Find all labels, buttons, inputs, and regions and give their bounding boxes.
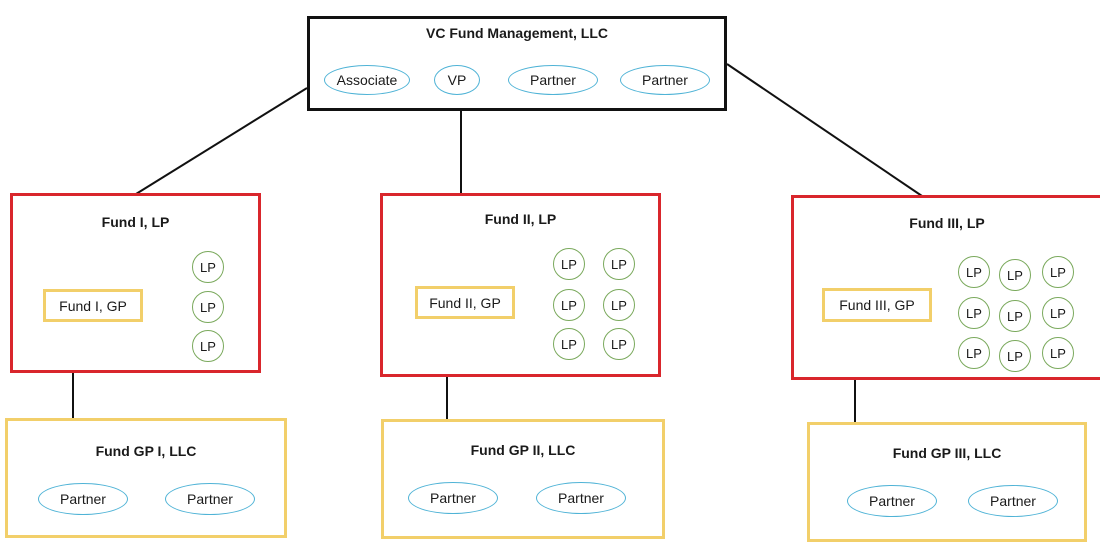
member-partner: Partner (536, 482, 626, 514)
lp-circle: LP (999, 300, 1031, 332)
lp-circle: LP (553, 328, 585, 360)
lp-circle: LP (999, 259, 1031, 291)
fund-2-title: Fund II, LP (484, 211, 557, 227)
fund-gp-3-llc-title: Fund GP III, LLC (892, 445, 1002, 461)
lp-circle: LP (958, 256, 990, 288)
lp-circle: LP (192, 330, 224, 362)
fund-2-lp-box: Fund II, LP LP LP LP LP LP LP (380, 193, 661, 377)
lp-circle: LP (603, 289, 635, 321)
lp-circle: LP (192, 251, 224, 283)
management-company-box: VC Fund Management, LLC Associate VP Par… (307, 16, 727, 111)
member-partner: Partner (408, 482, 498, 514)
member-partner: Partner (620, 65, 710, 95)
lp-circle: LP (553, 289, 585, 321)
member-partner: Partner (165, 483, 255, 515)
lp-circle: LP (553, 248, 585, 280)
lp-circle: LP (999, 340, 1031, 372)
fund-gp-1-llc-title: Fund GP I, LLC (95, 443, 197, 459)
fund-1-lp-box: Fund I, LP LP LP LP (10, 193, 261, 373)
lp-circle: LP (1042, 256, 1074, 288)
lp-circle: LP (958, 297, 990, 329)
lp-circle: LP (192, 291, 224, 323)
fund-3-title: Fund III, LP (909, 215, 985, 231)
fund-3-gp-box: Fund III, GP (822, 288, 932, 322)
fund-gp-3-llc-box: Fund GP III, LLC Partner Partner (807, 422, 1087, 542)
member-partner: Partner (968, 485, 1058, 517)
member-partner: Partner (38, 483, 128, 515)
management-title: VC Fund Management, LLC (426, 25, 608, 41)
member-associate: Associate (324, 65, 410, 95)
lp-circle: LP (603, 328, 635, 360)
fund-gp-2-llc-title: Fund GP II, LLC (470, 442, 576, 458)
fund-1-title: Fund I, LP (101, 214, 170, 230)
connector-mgmt-fund-3 (726, 63, 923, 197)
lp-circle: LP (603, 248, 635, 280)
connector-mgmt-fund-1 (135, 87, 308, 195)
member-partner: Partner (508, 65, 598, 95)
member-partner: Partner (847, 485, 937, 517)
fund-gp-2-llc-box: Fund GP II, LLC Partner Partner (381, 419, 665, 539)
fund-2-gp-box: Fund II, GP (415, 286, 515, 319)
member-vp: VP (434, 65, 480, 95)
lp-circle: LP (1042, 297, 1074, 329)
lp-circle: LP (1042, 337, 1074, 369)
fund-gp-1-llc-box: Fund GP I, LLC Partner Partner (5, 418, 287, 538)
fund-1-gp-box: Fund I, GP (43, 289, 143, 322)
lp-circle: LP (958, 337, 990, 369)
